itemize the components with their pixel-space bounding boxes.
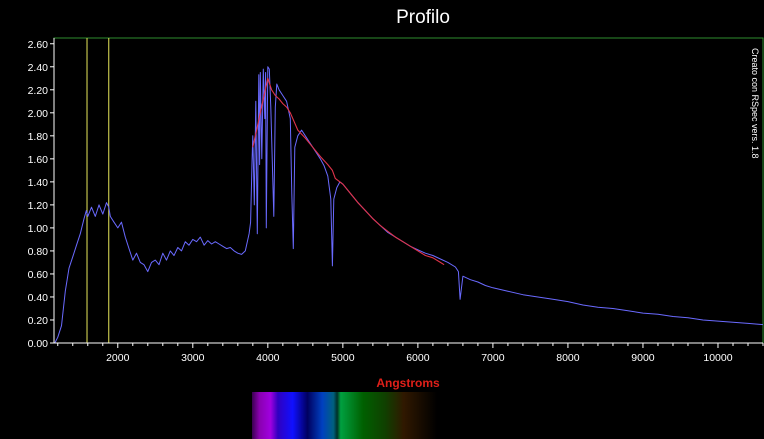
y-tick-label: 2.00 [28,108,49,120]
y-tick-label: 1.40 [28,177,49,189]
x-tick-label: 10000 [703,352,732,364]
y-tick-label: 0.40 [28,292,49,304]
y-tick-label: 0.80 [28,246,49,258]
chart-title: Profilo [396,7,450,28]
spectrum-profile-chart: Profilo 0.00 0.20 0.40 0.60 0.80 1.00 1.20 1.40… [0,0,764,439]
x-tick-label: 9000 [631,352,655,364]
watermark-text: Creato con RSpec vers. 1.8 [750,48,760,159]
x-tick-label: 7000 [481,352,505,364]
x-tick-label: 3000 [181,352,205,364]
x-tick-label: 8000 [556,352,580,364]
color-spectrum-strip [252,392,437,439]
y-tick-label: 0.60 [28,269,49,281]
y-tick-label: 1.20 [28,200,49,212]
y-tick-label: 1.00 [28,223,49,235]
x-tick-label: 5000 [331,352,355,364]
chart-background [0,0,764,439]
y-tick-label: 2.40 [28,62,49,74]
x-tick-label: 2000 [106,352,130,364]
x-tick-label: 6000 [406,352,430,364]
x-tick-label: 4000 [256,352,280,364]
y-tick-label: 1.80 [28,131,49,143]
y-tick-label: 0.20 [28,315,49,327]
y-tick-label: 2.60 [28,39,49,51]
y-tick-label: 1.60 [28,154,49,166]
y-tick-label: 0.00 [28,338,49,350]
y-tick-label: 2.20 [28,85,49,97]
x-axis-label: Angstroms [376,376,440,390]
